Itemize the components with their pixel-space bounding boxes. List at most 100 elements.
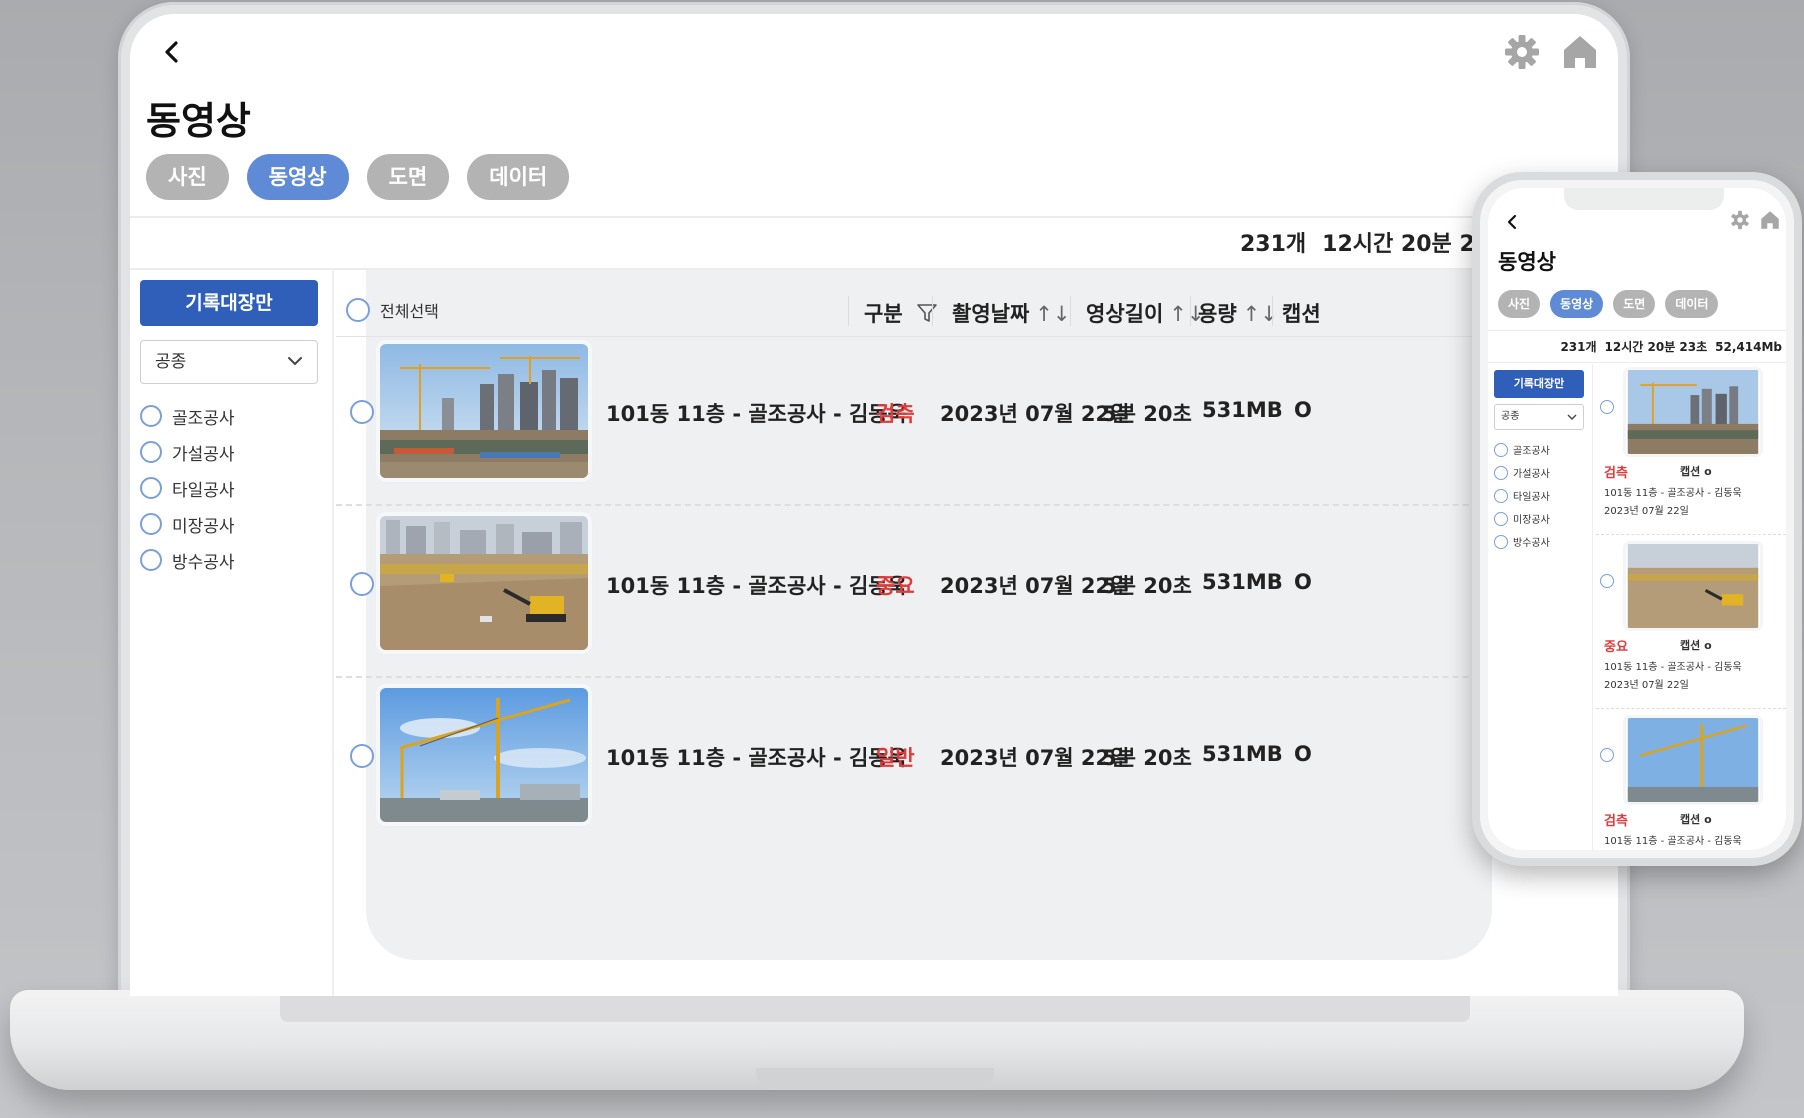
- record-only-button[interactable]: 기록대장만: [140, 280, 318, 326]
- filter-tile[interactable]: 타일공사: [1494, 484, 1550, 507]
- table-row[interactable]: 101동 11층 - 골조공사 - 김동욱 검측 2023년 07월 22일 5…: [336, 332, 1618, 504]
- divider: [332, 268, 334, 996]
- radio-button[interactable]: [1494, 534, 1508, 549]
- radio-button[interactable]: [140, 441, 162, 463]
- filter-waterproof[interactable]: 방수공사: [1494, 530, 1550, 553]
- settings-button[interactable]: [1500, 30, 1544, 74]
- home-button[interactable]: [1758, 208, 1782, 232]
- header-caption[interactable]: 캡션: [1282, 298, 1321, 328]
- filter-waterproof[interactable]: 방수공사: [140, 542, 235, 578]
- divider: [1592, 364, 1593, 850]
- video-length: 5분 20초: [1102, 574, 1192, 598]
- filter-tile[interactable]: 타일공사: [140, 470, 235, 506]
- filter-frame[interactable]: 골조공사: [140, 398, 235, 434]
- select-value: 공종: [1501, 411, 1520, 422]
- caption-status: O: [1294, 570, 1312, 594]
- card-radio[interactable]: [1600, 748, 1614, 762]
- divider: [1488, 362, 1786, 363]
- caption-status: O: [1294, 398, 1312, 422]
- filter-label: 가설공사: [172, 444, 235, 465]
- select-all[interactable]: 전체선택: [346, 298, 439, 322]
- divider: [1488, 330, 1786, 331]
- row-radio[interactable]: [350, 400, 374, 424]
- divider: [1272, 296, 1273, 326]
- work-type-select[interactable]: 공종: [1494, 404, 1584, 430]
- page-title: 동영상: [1498, 250, 1556, 274]
- tab-photo[interactable]: 사진: [1498, 290, 1541, 318]
- header-label: 용량: [1198, 302, 1237, 326]
- video-thumbnail[interactable]: [1626, 718, 1760, 802]
- work-type-filter-list: 골조공사 가설공사 타일공사 미장공사 방수공사: [140, 398, 235, 578]
- radio-button[interactable]: [1494, 442, 1508, 457]
- radio-button[interactable]: [140, 549, 162, 571]
- page-title: 동영상: [146, 99, 251, 143]
- tab-data[interactable]: 데이터: [467, 154, 570, 200]
- header-size[interactable]: 용량 ↑↓: [1198, 298, 1278, 328]
- header-length[interactable]: 영상길이 ↑↓: [1086, 298, 1204, 328]
- video-card[interactable]: 검측 캡션 o 101동 11층 - 골조공사 - 김동욱: [1596, 714, 1786, 850]
- table-row[interactable]: 101동 11층 - 골조공사 - 김동욱 일반 2023년 07월 22일 5…: [336, 676, 1618, 848]
- radio-button[interactable]: [140, 405, 162, 427]
- filter-label: 타일공사: [1513, 492, 1550, 503]
- video-card[interactable]: 중요 캡션 o 101동 11층 - 골조공사 - 김동욱 2023년 07월 …: [1596, 540, 1786, 712]
- home-button[interactable]: [1558, 30, 1602, 74]
- header-date[interactable]: 촬영날짜 ↑↓: [952, 298, 1070, 328]
- video-title: 101동 11층 - 골조공사 - 김동욱: [606, 402, 907, 426]
- filter-plaster[interactable]: 미장공사: [1494, 507, 1550, 530]
- tab-video[interactable]: 동영상: [246, 154, 349, 200]
- divider: [1596, 708, 1786, 709]
- video-thumbnail[interactable]: [1626, 544, 1760, 628]
- gear-icon: [1731, 210, 1749, 230]
- filter-label: 골조공사: [172, 408, 235, 429]
- header-label: 구분: [864, 302, 903, 326]
- phone-frame: 동영상 사진 동영상 도면 데이터 231개 12시간 20분 23초 52,414…: [1472, 172, 1802, 866]
- home-icon: [1761, 211, 1779, 229]
- record-only-button[interactable]: 기록대장만: [1494, 370, 1584, 398]
- category-tabs: 사진 동영상 도면 데이터: [1498, 290, 1719, 318]
- chevron-left-icon: [1507, 214, 1517, 230]
- radio-button[interactable]: [140, 477, 162, 499]
- item-count: 231개: [1240, 232, 1307, 257]
- table-row[interactable]: 101동 11층 - 골조공사 - 김동욱 중요 2023년 07월 22일 5…: [336, 504, 1618, 676]
- video-thumbnail[interactable]: [1626, 370, 1760, 454]
- header-category[interactable]: 구분: [864, 298, 938, 328]
- radio-button[interactable]: [1494, 511, 1508, 526]
- video-thumbnail[interactable]: [380, 516, 588, 650]
- file-size: 531MB: [1202, 742, 1283, 766]
- row-radio[interactable]: [350, 572, 374, 596]
- row-radio[interactable]: [350, 744, 374, 768]
- filter-icon[interactable]: [916, 302, 938, 326]
- capture-date: 2023년 07월 22일: [1604, 680, 1689, 691]
- filter-frame[interactable]: 골조공사: [1494, 438, 1550, 461]
- card-radio[interactable]: [1600, 400, 1614, 414]
- filter-temporary[interactable]: 가설공사: [1494, 461, 1550, 484]
- video-card[interactable]: 검측 캡션 o 101동 11층 - 골조공사 - 김동욱 2023년 07월 …: [1596, 366, 1786, 538]
- video-thumbnail[interactable]: [380, 688, 588, 822]
- sort-icon[interactable]: ↑↓: [1035, 302, 1070, 326]
- work-type-select[interactable]: 공종: [140, 340, 318, 384]
- card-radio[interactable]: [1600, 574, 1614, 588]
- item-count: 231개: [1560, 340, 1597, 354]
- category-tabs: 사진 동영상 도면 데이터: [146, 154, 570, 200]
- radio-button[interactable]: [1494, 465, 1508, 480]
- video-length: 5분 20초: [1102, 746, 1192, 770]
- laptop-notch: [756, 1068, 994, 1090]
- filter-plaster[interactable]: 미장공사: [140, 506, 235, 542]
- tab-drawing[interactable]: 도면: [366, 154, 450, 200]
- back-button[interactable]: [1502, 210, 1522, 239]
- divider: [1070, 296, 1071, 326]
- settings-button[interactable]: [1728, 208, 1752, 232]
- tab-photo[interactable]: 사진: [146, 154, 229, 200]
- select-all-radio[interactable]: [346, 298, 370, 322]
- back-button[interactable]: [152, 32, 192, 72]
- tab-video[interactable]: 동영상: [1550, 290, 1604, 318]
- filter-temporary[interactable]: 가설공사: [140, 434, 235, 470]
- filter-label: 가설공사: [1513, 469, 1550, 480]
- radio-button[interactable]: [1494, 488, 1508, 503]
- tab-data[interactable]: 데이터: [1665, 290, 1719, 318]
- filter-label: 미장공사: [172, 516, 235, 537]
- header-label: 촬영날짜: [952, 302, 1030, 326]
- radio-button[interactable]: [140, 513, 162, 535]
- tab-drawing[interactable]: 도면: [1613, 290, 1656, 318]
- video-thumbnail[interactable]: [380, 344, 588, 478]
